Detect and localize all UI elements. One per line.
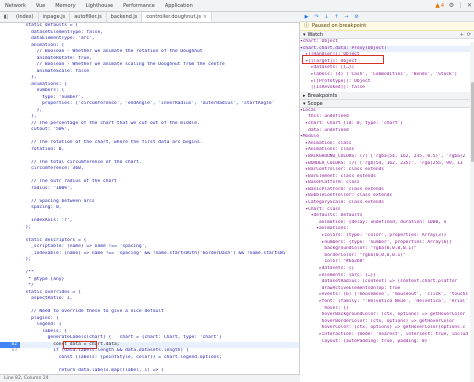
file-tab-label: autofiller.js [74,14,102,20]
tab-vue[interactable]: Vue [31,0,50,12]
scope-row[interactable]: ▸Animation: class [300,141,474,148]
scope-row[interactable]: layout: {autoPadding: true, padding: 0} [300,339,474,346]
watch-tools: + ⟳ [460,31,474,38]
scope-list: ▾Local this: undefined ▸chart: Chart {id… [300,108,474,345]
more-options-icon[interactable]: ⋮ [456,0,465,12]
scope-row[interactable]: borderColor: "rgba(0,0,0,0.1)" [300,253,474,260]
tab-lighthouse[interactable]: Lighthouse [81,0,119,12]
scope-row[interactable]: ▸BACKGROUND_COLORS: (7) ['rgba(54, 162, … [300,154,474,161]
scope-row[interactable]: drawActiveElementsOnTop: true [300,286,474,293]
scope-row[interactable]: ▸BubbleController: class extends [300,193,474,200]
scope-row[interactable]: ▸chart: Chart {id: 0, type: 'chart'} [300,121,474,128]
close-devtools-icon[interactable]: ✕ [465,0,474,12]
scope-row[interactable]: ▾Local [300,108,474,115]
devtools-tab-bar: Network Vue Memory Lighthouse Performanc… [0,0,474,12]
scope-row[interactable]: ▸BasicPlatform: class extends [300,187,474,194]
deactivate-breakpoints-button[interactable]: ⊘ [353,13,360,21]
watch-row[interactable]: ▸datasets: [{…}] [300,65,474,72]
scope-row[interactable]: backgroundColor: "rgba(0,0,0,0.1)" [300,246,474,253]
paused-text: Paused on breakpoint [312,23,367,29]
warning-icon: ▲ [435,2,440,9]
scope-row[interactable]: ▸interaction: {mode: 'nearest', intersec… [300,332,474,339]
tab-application[interactable]: Application [160,0,198,12]
scope-section-header[interactable]: ▾ Scope [300,99,474,108]
scope-row[interactable]: hoverBackgroundColor: (ctx, options) => … [300,312,474,319]
file-tab-label: inpage.js [42,14,66,20]
resume-button[interactable]: ▶ [303,13,310,21]
watch-row[interactable]: [[IsRevoked]]: false [300,85,474,92]
scope-row[interactable]: ▸font: {family: "'Helvetica Neue', 'Helv… [300,299,474,306]
file-tab-label: backend.js [110,14,138,20]
step-out-button[interactable]: ↑ [333,13,340,21]
watch-list: ▾chart: Object ▾chart.chart.data: Proxy(O… [300,39,474,92]
scope-row[interactable]: hoverColor: (ctx, options) => getHoverCo… [300,325,474,332]
scope-row[interactable]: this: undefined [300,114,474,121]
scope-row[interactable]: ▸BORDER_COLORS: (7) ['rgb(54, 162, 235)'… [300,161,474,168]
scope-row[interactable]: datasetRadius: (context) => (context.cha… [300,279,474,286]
scope-row[interactable]: ▾Module [300,134,474,141]
file-tab-label: (index) [16,14,34,20]
scope-row[interactable]: ▾defaults: Defaults [300,213,474,220]
breakpoints-label: Breakpoints [307,92,338,99]
watch-row[interactable]: ▾chart.chart.data: Proxy(Object) [300,45,474,53]
scope-row[interactable]: ▸BarElement: class extends [300,174,474,181]
scope-row[interactable]: ▸events: (6) ['mousemove', 'mouseout', '… [300,292,474,299]
scope-row[interactable]: ▸BarController: class extends [300,167,474,174]
scope-row[interactable]: ▸CategoryScale: class extends [300,200,474,207]
chevron-right-icon: ▸ [303,92,306,99]
file-tab-autofiller[interactable]: autofiller.js [70,12,107,22]
info-icon: ⓘ [304,23,310,29]
sidebar-scrollbar[interactable] [470,42,474,382]
chevron-down-icon: ▾ [303,32,306,38]
tab-network[interactable]: Network [0,0,31,12]
file-tab-index[interactable]: (index) [12,12,39,22]
chevron-down-icon: ▾ [303,100,306,107]
settings-gear-icon[interactable]: ⚙ [447,0,456,12]
scope-row[interactable]: ▾Chart: class [300,207,474,214]
watch-label: Watch [307,32,324,38]
step-over-button[interactable]: ↷ [313,13,320,21]
scope-row[interactable]: ▸Animations: class [300,147,474,154]
paused-banner: ⓘ Paused on breakpoint [300,22,474,31]
refresh-icon[interactable]: ⟳ [467,31,471,38]
watch-section-header[interactable]: ▾ Watch + ⟳ [300,31,474,39]
watch-row[interactable]: ▾chart: Object [300,39,474,46]
watch-highlight-box [302,55,384,64]
scope-row[interactable]: hoverBorderColor: (ctx, options) => getH… [300,319,474,326]
step-button[interactable]: → [343,13,350,21]
debugger-sidebar: ▶ ↷ ↓ ↑ → ⊘ ⓘ Paused on breakpoint ▾ Watch + … [300,12,474,382]
scope-label: Scope [307,100,323,107]
watch-row[interactable]: ▸[[Prototype]]: Object [300,79,474,86]
debugger-toolbar: ▶ ↷ ↓ ↑ → ⊘ [300,12,474,22]
scope-row[interactable]: ▸datasets: {} [300,266,474,273]
toggle-navigator-icon[interactable]: ◧ [0,12,12,22]
add-watch-icon[interactable]: + [460,31,464,38]
scope-row[interactable]: hover: {} [300,306,474,313]
scrollbar-thumb[interactable] [470,82,474,162]
file-tab-inpage[interactable]: inpage.js [39,12,71,22]
scope-row[interactable]: ▾animations: [300,226,474,233]
file-tab-bar: ◧ (index) inpage.js autofiller.js backen… [0,12,300,23]
code-editor[interactable]: static defaults = { datasetElementType: … [0,23,300,374]
scope-row[interactable]: ▸numbers: {type: 'number', properties: A… [300,240,474,247]
editor-status-bar: Line 82, Column 24 [0,374,300,382]
scope-row[interactable]: ▸colors: {type: 'color', properties: Arr… [300,233,474,240]
warnings-badge[interactable]: ▲ 4 [435,2,444,9]
file-tab-label: controller.doughnut.js [146,14,201,20]
file-tab-controller-doughnut[interactable]: controller.doughnut.js × [142,12,213,22]
watch-row[interactable]: ▸labels: (4) ['Cash', 'Commodities', 'Bo… [300,72,474,79]
tab-performance[interactable]: Performance [118,0,160,12]
step-into-button[interactable]: ↓ [323,13,330,21]
scope-row[interactable]: color: "#6a2b8" [300,259,474,266]
breakpoints-section-header[interactable]: ▸ Breakpoints [300,91,474,100]
scope-row[interactable]: ▸BasePlatform: class [300,180,474,187]
close-tab-icon[interactable]: × [203,12,207,21]
tab-memory[interactable]: Memory [50,0,80,12]
scope-row[interactable]: animation: {delay: undefined, duration: … [300,220,474,227]
file-tab-backend[interactable]: backend.js [107,12,143,22]
warnings-count: 4 [440,2,444,9]
scope-row[interactable]: ▸elements: {arc: {…}} [300,273,474,280]
scope-row[interactable]: data: undefined [300,128,474,135]
